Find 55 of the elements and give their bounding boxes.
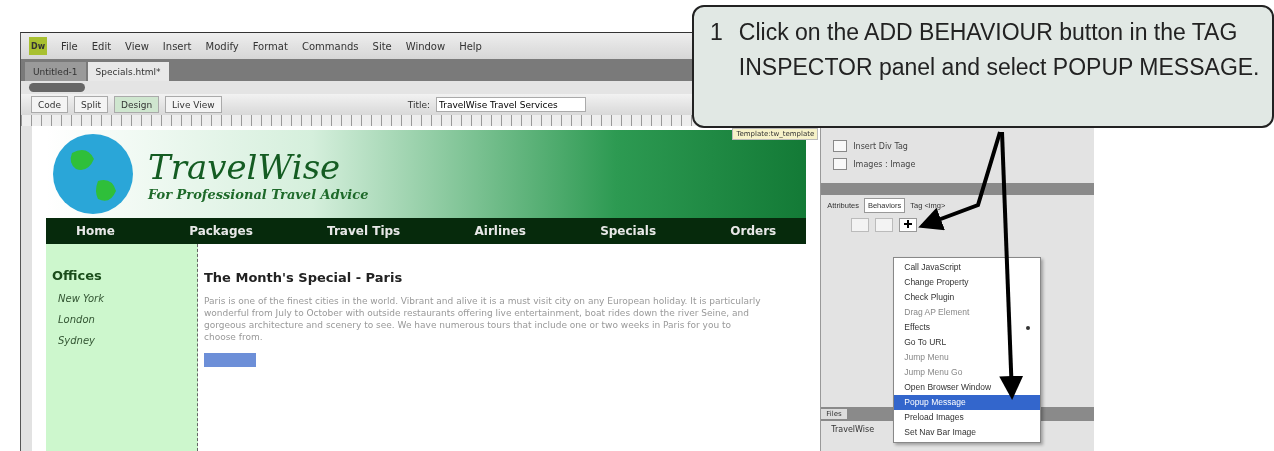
menu-item[interactable]: Edit: [91, 40, 112, 52]
document-tab[interactable]: Specials.html*: [87, 62, 169, 81]
nav-link[interactable]: Home: [76, 224, 115, 238]
image-placeholder: [204, 353, 256, 367]
menu-item[interactable]: Window: [405, 40, 446, 52]
menu-item[interactable]: Check Plugin: [894, 290, 1041, 305]
menu-item[interactable]: Popup Message: [894, 395, 1041, 410]
menu-item[interactable]: Call JavaScript: [894, 260, 1041, 275]
content-paragraph: Paris is one of the finest cities in the world. Vibrant and alive it is a must visit city on any European holiday. It is particularly wonderful from July to October with outside restaurants offering live entertainment, boat rides down the river Seine, and gorgeous architecture and scenery to see. We have numerous tours that include one or two weeks in Paris for you to choose from.: [204, 295, 762, 343]
sidebar-heading: Offices: [52, 268, 103, 283]
view-button[interactable]: Design: [114, 96, 160, 113]
menu-item[interactable]: Format: [252, 40, 288, 52]
menu-item[interactable]: Effects: [894, 320, 1041, 335]
menu-item[interactable]: Set Nav Bar Image: [894, 425, 1041, 440]
content-heading: The Month's Special - Paris: [204, 270, 404, 285]
title-label: Title:: [407, 99, 431, 110]
insert-div-tag-item[interactable]: Insert Div Tag: [853, 141, 908, 151]
menu-item[interactable]: Preload Images: [894, 410, 1041, 425]
sidebar-link[interactable]: Sydney: [52, 335, 191, 346]
add-behavior-button[interactable]: [899, 218, 918, 232]
show-events-button[interactable]: [851, 218, 870, 232]
step-number: 1: [710, 18, 723, 47]
nav-link[interactable]: Travel Tips: [327, 224, 401, 238]
nav-link[interactable]: Orders: [730, 224, 777, 238]
step-text: Click on the ADD BEHAVIOUR button in the TAG INSPECTOR panel and select POPUP MESSAGE.: [738, 18, 1260, 82]
document-tab[interactable]: Untitled-1: [25, 62, 86, 81]
app-logo: Dw: [29, 37, 47, 55]
div-tag-icon[interactable]: [833, 140, 848, 152]
menu-item[interactable]: Insert: [162, 40, 192, 52]
plus-icon: [904, 220, 913, 228]
title-field[interactable]: TravelWise Travel Services: [436, 97, 587, 112]
nav-link[interactable]: Packages: [189, 224, 253, 238]
globe-icon: [52, 133, 134, 215]
menu-item[interactable]: Go To URL: [894, 335, 1041, 350]
menu-item[interactable]: Change Property: [894, 275, 1041, 290]
site-title: TravelWise: [148, 146, 342, 187]
menu-item[interactable]: Site: [372, 40, 392, 52]
menu-item[interactable]: Open Browser Window: [894, 380, 1041, 395]
view-button[interactable]: Live View: [165, 96, 222, 113]
menu-item[interactable]: File: [61, 40, 78, 52]
nav-link[interactable]: Airlines: [474, 224, 526, 238]
show-all-button[interactable]: [875, 218, 894, 232]
sidebar-link[interactable]: New York: [52, 293, 191, 304]
insert-image-item[interactable]: Images : Image: [853, 159, 916, 169]
view-button[interactable]: Split: [74, 96, 108, 113]
view-button[interactable]: Code: [31, 96, 69, 113]
image-icon[interactable]: [833, 158, 848, 170]
menu-item[interactable]: Help: [459, 40, 482, 52]
nav-link[interactable]: Specials: [600, 224, 657, 238]
sidebar-link[interactable]: London: [52, 314, 191, 325]
source-code-pill[interactable]: [29, 83, 85, 92]
menu-item[interactable]: View: [125, 40, 149, 52]
site-tagline: For Professional Travel Advice: [148, 186, 369, 202]
menu-item[interactable]: Commands: [301, 40, 359, 52]
menu-item[interactable]: Modify: [205, 40, 239, 52]
